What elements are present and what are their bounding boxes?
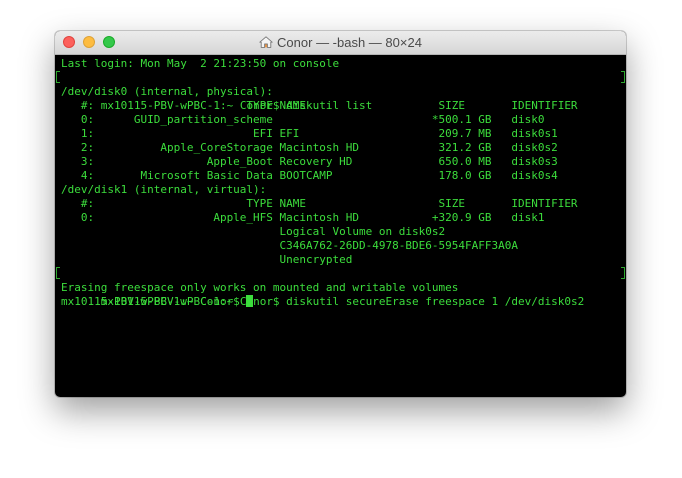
terminal-line-command: mx10115-PBV-wPBC-1:~ Conor$ diskutil lis… — [56, 71, 625, 112]
text-cursor — [246, 295, 254, 307]
terminal-line: /dev/disk1 (internal, virtual): — [61, 183, 267, 196]
title-bar[interactable]: Conor — -bash — 80×24 — [55, 31, 626, 55]
terminal-line: Unencrypted — [61, 253, 353, 266]
command-mark-left — [56, 71, 60, 83]
terminal-line: #: TYPE NAME SIZE IDENTIFIER — [61, 197, 578, 210]
window-title-container: Conor — -bash — 80×24 — [55, 31, 626, 54]
terminal-line: Logical Volume on disk0s2 — [61, 225, 446, 238]
terminal-line: /dev/disk0 (internal, physical): — [61, 85, 273, 98]
terminal-prompt-line[interactable]: mx10115-PBV-wPBC-1:~ Conor$ — [61, 295, 623, 309]
terminal-line: 0: GUID_partition_scheme *500.1 GB disk0 — [61, 113, 545, 126]
terminal-window: Conor — -bash — 80×24 Last login: Mon Ma… — [55, 31, 626, 397]
home-icon — [259, 36, 273, 48]
terminal-line: Last login: Mon May 2 21:23:50 on consol… — [61, 57, 340, 70]
terminal-line-command: mx10115-PBV-wPBC-1:~ Conor$ diskutil sec… — [56, 267, 625, 308]
terminal-line: Erasing freespace only works on mounted … — [61, 281, 459, 294]
command-mark-right — [621, 267, 625, 279]
terminal-line: 3: Apple_Boot Recovery HD 650.0 MB disk0… — [61, 155, 558, 168]
terminal-line: #: TYPE NAME SIZE IDENTIFIER — [61, 99, 578, 112]
window-title: Conor — -bash — 80×24 — [277, 35, 422, 50]
terminal-line: 0: Apple_HFS Macintosh HD +320.9 GB disk… — [61, 211, 545, 224]
terminal-line: 4: Microsoft Basic Data BOOTCAMP 178.0 G… — [61, 169, 558, 182]
terminal-line: 2: Apple_CoreStorage Macintosh HD 321.2 … — [61, 141, 558, 154]
terminal-line: 1: EFI EFI 209.7 MB disk0s1 — [61, 127, 558, 140]
terminal-output[interactable]: Last login: Mon May 2 21:23:50 on consol… — [56, 57, 625, 309]
terminal-line: C346A762-26DD-4978-BDE6-5954FAFF3A0A — [61, 239, 518, 252]
prompt-text: mx10115-PBV-wPBC-1:~ Conor$ — [61, 295, 247, 308]
command-mark-left — [56, 267, 60, 279]
command-mark-right — [621, 71, 625, 83]
